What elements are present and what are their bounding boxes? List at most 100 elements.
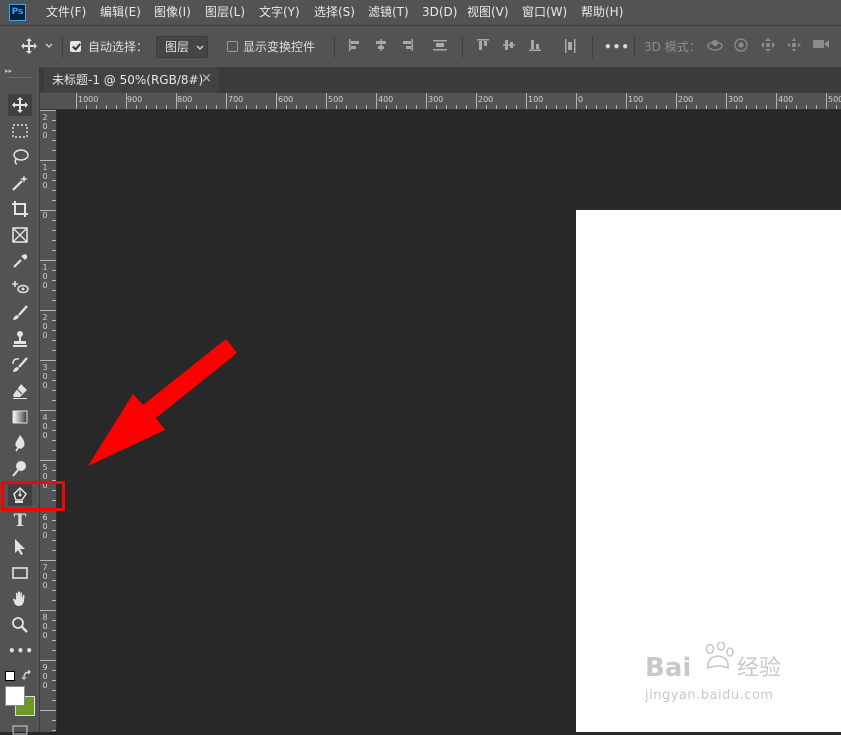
align-vertical-centers-icon[interactable] [500,37,518,57]
vertical-ruler[interactable]: 2 0 0 1 0 0 0 1 0 0 2 0 0 3 0 0 4 0 0 5 … [40,110,57,732]
zoom-tool-icon[interactable] [8,614,32,636]
default-colors-icon[interactable] [5,671,15,681]
baidu-paw-icon [705,642,734,670]
menu-3d[interactable]: 3D(D) [422,4,457,21]
menu-select[interactable]: 选择(S) [314,4,355,21]
move-tool-icon[interactable] [8,94,32,116]
pen-tool-highlight-box [1,481,65,511]
align-top-edges-icon[interactable] [474,37,492,57]
ruler-label: 2 0 0 [42,113,48,140]
show-transform-label: 显示变换控件 [243,40,316,54]
ruler-label: 0 [578,95,584,104]
foreground-color-swatch[interactable] [5,686,25,706]
menu-bar: Ps 文件(F) 编辑(E) 图像(I) 图层(L) 文字(Y) 选择(S) 滤… [0,0,841,25]
ruler-label: 800 [177,95,193,104]
options-bar: 自动选择： 图层 显示变换控件 ••• 3D 模式： [0,25,841,67]
document-tab[interactable]: 未标题-1 @ 50%(RGB/8#) × [44,67,219,93]
ruler-label: 200 [478,95,494,104]
menu-edit[interactable]: 编辑(E) [100,4,141,21]
show-transform-checkbox[interactable] [227,41,238,52]
close-tab-icon[interactable]: × [201,71,212,87]
ruler-label: 400 [378,95,394,104]
menu-type[interactable]: 文字(Y) [259,4,300,21]
tool-preset-chevron-down-icon[interactable] [42,37,56,57]
distribute-vertical-icon[interactable] [560,37,580,57]
menu-view[interactable]: 视图(V) [467,4,509,21]
document-tab-title: 未标题-1 @ 50%(RGB/8#) [52,73,204,87]
align-left-edges-icon[interactable] [346,37,364,57]
spot-healing-tool-icon[interactable] [8,276,32,298]
3d-orbit-icon[interactable] [704,37,726,57]
3d-video-camera-icon[interactable] [810,37,832,57]
photoshop-logo-icon[interactable]: Ps [9,4,26,21]
toolbox-panel: ▸▸ T ••• [0,67,40,735]
hand-tool-icon[interactable] [8,588,32,610]
ruler-label: 3 0 0 [42,363,48,390]
baidu-jingyan-watermark: Bai 经验 jingyan.baidu.com [645,640,805,710]
eyedropper-tool-icon[interactable] [8,250,32,272]
menu-filter[interactable]: 滤镜(T) [368,4,409,21]
ruler-label: 6 0 0 [42,513,48,540]
magic-wand-tool-icon[interactable] [8,172,32,194]
divider [592,36,593,58]
3d-slide-icon[interactable] [784,37,804,57]
ruler-label: 900 [127,95,143,104]
rectangular-marquee-tool-icon[interactable] [8,120,32,142]
auto-select-checkbox[interactable] [70,41,81,52]
move-tool-icon[interactable] [18,37,40,57]
watermark-url: jingyan.baidu.com [645,688,774,703]
menu-layer[interactable]: 图层(L) [205,4,245,21]
auto-select-label: 自动选择： [88,40,149,54]
frame-tool-icon[interactable] [8,224,32,246]
menu-image[interactable]: 图像(I) [154,4,191,21]
3d-roll-icon[interactable] [731,37,751,57]
ruler-label: 500 [328,95,344,104]
eraser-tool-icon[interactable] [8,380,32,402]
divider [62,36,63,58]
ruler-label: 400 [778,95,794,104]
menu-file[interactable]: 文件(F) [46,4,86,21]
type-tool-icon[interactable]: T [8,510,32,532]
quick-mask-icon[interactable] [12,725,28,735]
chevron-down-icon [196,45,204,50]
ruler-label: 600 [278,95,294,104]
horizontal-ruler[interactable]: 1000 900 800 700 600 500 400 300 200 100… [40,93,841,110]
menu-window[interactable]: 窗口(W) [522,4,567,21]
ruler-label: 100 [528,95,544,104]
rectangle-tool-icon[interactable] [8,562,32,584]
brush-tool-icon[interactable] [8,302,32,324]
gradient-tool-icon[interactable] [8,406,32,428]
lasso-tool-icon[interactable] [8,146,32,168]
watermark-brand: Bai [645,653,692,683]
auto-select-target-dropdown[interactable]: 图层 [156,36,208,58]
ruler-label: 2 0 0 [42,313,48,340]
swap-colors-icon[interactable] [22,670,33,681]
3d-pan-icon[interactable] [758,37,778,57]
divider [634,36,635,58]
crop-tool-icon[interactable] [8,198,32,220]
menu-help[interactable]: 帮助(H) [581,4,623,21]
ruler-label: 100 [628,95,644,104]
ruler-label: 300 [728,95,744,104]
ruler-label: 7 0 0 [42,563,48,590]
ruler-label: 500 [828,95,841,104]
distribute-horizontal-icon[interactable] [430,37,450,57]
ruler-label: 4 0 0 [42,413,48,440]
ruler-label: 700 [228,95,244,104]
ruler-label: 9 0 0 [42,663,48,690]
divider [334,36,335,58]
history-brush-tool-icon[interactable] [8,354,32,376]
blur-tool-icon[interactable] [8,432,32,454]
align-horizontal-centers-icon[interactable] [372,37,390,57]
dropdown-value: 图层 [165,40,190,54]
more-options-button[interactable]: ••• [604,38,630,56]
clone-stamp-tool-icon[interactable] [8,328,32,350]
edit-toolbar-button[interactable]: ••• [8,640,33,662]
collapse-panel-button[interactable]: ▸▸ [5,67,12,75]
dodge-tool-icon[interactable] [8,458,32,480]
align-bottom-edges-icon[interactable] [526,37,544,57]
align-right-edges-icon[interactable] [398,37,416,57]
divider [8,77,32,78]
ruler-label: 200 [678,95,694,104]
path-selection-tool-icon[interactable] [8,536,32,558]
